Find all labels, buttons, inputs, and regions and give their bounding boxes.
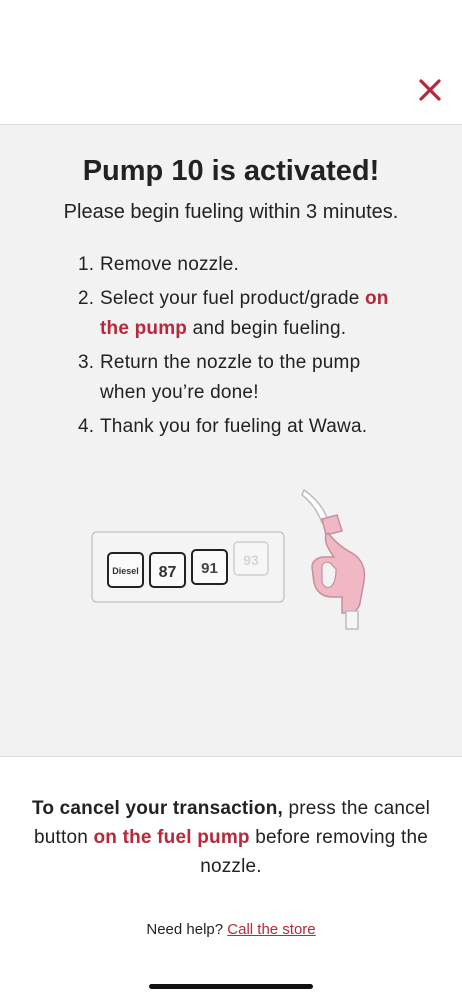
- step-text: Thank you for fueling at Wawa.: [100, 416, 368, 437]
- page-subtitle: Please begin fueling within 3 minutes.: [63, 201, 399, 223]
- step-text: Select your fuel product/grade on the pu…: [100, 284, 408, 344]
- step-item: 1. Remove nozzle.: [78, 250, 408, 280]
- grade-label-diesel: Diesel: [112, 566, 139, 576]
- step-item: 3. Return the nozzle to the pump when yo…: [78, 348, 408, 408]
- steps-list: 1. Remove nozzle. 2. Select your fuel pr…: [78, 250, 408, 446]
- instructions-panel: Pump 10 is activated! Please begin fueli…: [0, 125, 462, 757]
- step-number: 4.: [78, 416, 95, 437]
- step-text: Return the nozzle to the pump when you’r…: [100, 352, 361, 403]
- grade-label-93: 93: [243, 552, 259, 568]
- step-number: 1.: [78, 254, 95, 275]
- step-text: Remove nozzle.: [100, 254, 240, 275]
- call-store-link[interactable]: Call the store: [227, 921, 315, 938]
- top-bar: [0, 0, 462, 125]
- cancel-instructions: To cancel your transaction, press the ca…: [20, 794, 442, 881]
- grade-label-87: 87: [159, 564, 177, 581]
- fuel-nozzle-icon: [301, 488, 366, 630]
- help-label: Need help?: [146, 921, 224, 938]
- page-title: Pump 10 is activated!: [82, 155, 380, 187]
- close-icon: [419, 79, 441, 101]
- step-text-part: and begin fueling.: [192, 318, 347, 339]
- step-number: 3.: [78, 352, 95, 373]
- close-button[interactable]: [416, 76, 444, 104]
- home-indicator[interactable]: [149, 984, 313, 989]
- step-text-part: Select your fuel product/grade: [100, 288, 360, 309]
- step-item: 4. Thank you for fueling at Wawa.: [78, 412, 408, 442]
- step-number: 2.: [78, 288, 95, 309]
- grade-label-91: 91: [201, 560, 218, 577]
- help-line: Need help? Call the store: [0, 921, 462, 938]
- cancel-heading: To cancel your transaction,: [31, 798, 283, 819]
- cancel-highlight: on the fuel pump: [93, 827, 250, 848]
- pump-illustration: Diesel 87 91 93: [90, 485, 380, 635]
- step-item: 2. Select your fuel product/grade on the…: [78, 284, 408, 344]
